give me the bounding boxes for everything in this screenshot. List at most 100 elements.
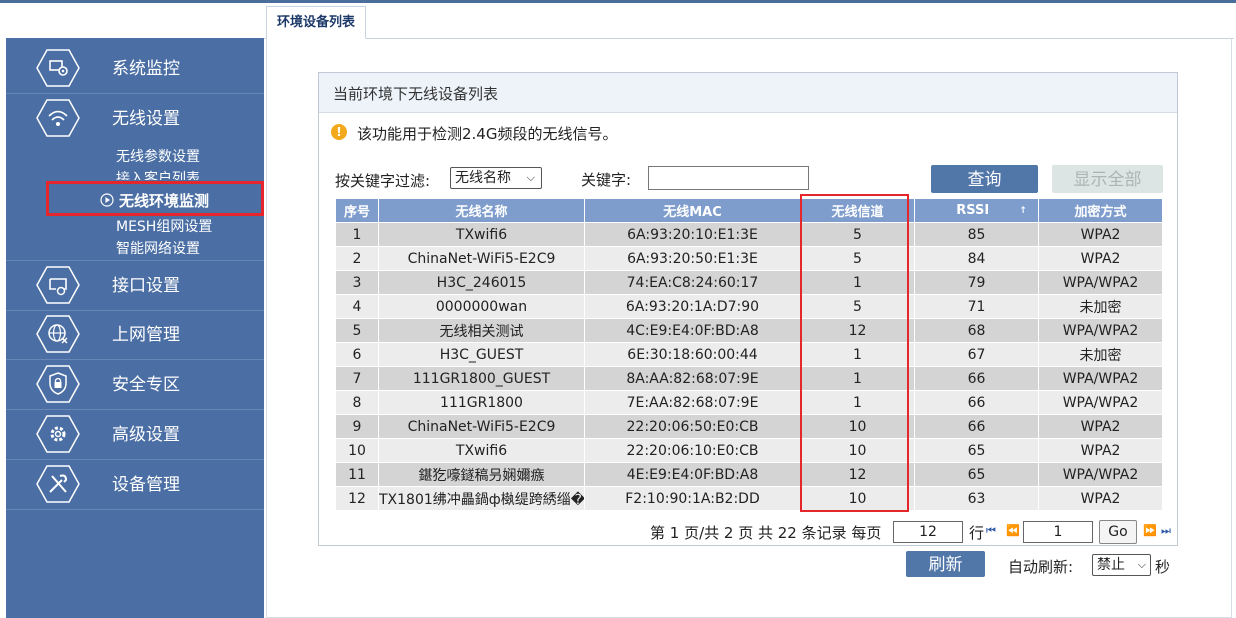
sidebar-item-label: 设备管理 [112,475,180,495]
cell-mac: 8A:AA:82:68:07:9E [584,366,801,391]
cell-rssi: 63 [914,486,1039,511]
submenu-env-monitor: 无线环境监测 [119,192,210,210]
filter-label: 按关键字过滤: [335,172,431,190]
tab-device-list[interactable]: 环境设备列表 [266,6,367,39]
cell-encryption: WPA2 [1038,438,1163,463]
sidebar-item-advanced[interactable]: 高级设置 [6,410,264,460]
query-button[interactable]: 查询 [931,165,1038,193]
cell-index: 11 [335,462,379,487]
submenu-client-list[interactable]: 接入客户列表 [116,168,200,180]
table-row[interactable]: 11 鍖犵嚎鐩稿叧娴嬭瘯 4E:E9:E4:0F:BD:A8 12 65 WPA/WPA2 [335,462,1163,487]
cell-index: 12 [335,486,379,511]
sidebar-item-interface[interactable]: 接口设置 [6,260,264,311]
cell-encryption: WPA2 [1038,222,1163,247]
lock-shield-icon [36,364,80,404]
cell-ssid: 鍖犵嚎鐩稿叧娴嬭瘯 [378,462,585,487]
table-row[interactable]: 6 H3C_GUEST 6E:30:18:60:00:44 1 67 未加密 [335,342,1163,367]
cell-ssid: TX1801绋冲畾鍋ф槸缇跨綉缁� [378,486,585,511]
go-button[interactable]: Go [1099,520,1137,544]
col-header-mac[interactable]: 无线MAC [584,198,801,223]
sidebar-item-system-monitor[interactable]: 系统监控 [6,44,264,94]
device-list-panel: 当前环境下无线设备列表 ! 该功能用于检测2.4G频段的无线信号。 按关键字过滤… [318,72,1178,546]
cell-ssid: 无线相关测试 [378,318,585,343]
cell-ssid: ChinaNet-WiFi5-E2C9 [378,246,585,271]
cell-mac: F2:10:90:1A:B2:DD [584,486,801,511]
submenu-smart-network[interactable]: 智能网络设置 [116,238,200,258]
cell-encryption: WPA2 [1038,486,1163,511]
cell-rssi: 71 [914,294,1039,319]
notice-text: 该功能用于检测2.4G频段的无线信号。 [357,125,618,143]
sidebar-item-label: 安全专区 [112,375,180,395]
last-page-icon[interactable]: ⏭ [1161,524,1171,538]
sidebar-item-security[interactable]: 安全专区 [6,360,264,410]
auto-refresh-select[interactable]: 禁止 ⌵ [1092,554,1151,576]
cell-ssid: H3C_246015 [378,270,585,295]
table-row[interactable]: 5 无线相关测试 4C:E9:E4:0F:BD:A8 12 68 WPA/WPA2 [335,318,1163,343]
submenu-wireless-params[interactable]: 无线参数设置 [116,146,200,166]
cell-encryption: 未加密 [1038,342,1163,367]
submenu-mesh[interactable]: MESH组网设置 [116,216,212,236]
auto-refresh-value: 禁止 [1097,557,1125,573]
submenu-env-monitor-highlight[interactable]: 无线环境监测 [46,181,264,216]
cell-ssid: 111GR1800 [378,390,585,415]
first-page-icon[interactable]: ⏮ [986,524,996,538]
table-row[interactable]: 10 TXwifi6 22:20:06:10:E0:CB 10 65 WPA2 [335,438,1163,463]
table-row[interactable]: 1 TXwifi6 6A:93:20:10:E1:3E 5 85 WPA2 [335,222,1163,247]
channel-column-highlight [800,194,909,512]
cell-rssi: 66 [914,390,1039,415]
col-header-encryption[interactable]: 加密方式 [1038,198,1163,223]
play-circle-icon [100,193,114,207]
cell-index: 7 [335,366,379,391]
pager-summary: 第 1 页/共 2 页 共 22 条记录 每页 [650,524,882,542]
sidebar-item-device-mgmt[interactable]: 设备管理 [6,460,264,510]
per-page-input[interactable]: 12 [893,521,963,543]
cell-encryption: WPA/WPA2 [1038,366,1163,391]
filter-field-select[interactable]: 无线名称 ⌵ [450,167,542,189]
cell-rssi: 85 [914,222,1039,247]
row-unit-label: 行 [969,524,985,542]
cell-rssi: 65 [914,438,1039,463]
cell-mac: 6A:93:20:1A:D7:90 [584,294,801,319]
table-row[interactable]: 2 ChinaNet-WiFi5-E2C9 6A:93:20:50:E1:3E 5 84… [335,246,1163,271]
cell-index: 3 [335,270,379,295]
gear-icon [36,414,80,454]
cell-encryption: WPA/WPA2 [1038,318,1163,343]
seconds-unit-label: 秒 [1155,558,1171,576]
cell-rssi: 66 [914,414,1039,439]
show-all-button[interactable]: 显示全部 [1052,165,1163,193]
panel-title: 当前环境下无线设备列表 [333,85,499,103]
sidebar-item-label: 无线设置 [112,109,180,129]
cell-encryption: 未加密 [1038,294,1163,319]
table-row[interactable]: 7 111GR1800_GUEST 8A:AA:82:68:07:9E 1 66 WPA/… [335,366,1163,391]
next-page-icon[interactable]: ⏩ [1143,524,1157,537]
tools-icon [36,464,80,504]
table-row[interactable]: 8 111GR1800 7E:AA:82:68:07:9E 1 66 WPA/WPA2 [335,390,1163,415]
keyword-input[interactable] [648,166,809,190]
cell-rssi: 67 [914,342,1039,367]
chevron-down-icon: ⌵ [1137,558,1146,571]
sidebar-item-label: 高级设置 [112,425,180,445]
table-row[interactable]: 9 ChinaNet-WiFi5-E2C9 22:20:06:50:E0:CB 10 6… [335,414,1163,439]
page-number-input[interactable]: 1 [1023,521,1093,543]
table-row[interactable]: 12 TX1801绋冲畾鍋ф槸缇跨綉缁� F2:10:90:1A:B2:DD 10 63… [335,486,1163,511]
sidebar-item-label: 系统监控 [112,59,180,79]
table-row[interactable]: 4 0000000wan 6A:93:20:1A:D7:90 5 71 未加密 [335,294,1163,319]
col-header-ssid[interactable]: 无线名称 [378,198,585,223]
col-header-rssi[interactable]: RSSI ↑ [914,198,1039,223]
refresh-button[interactable]: 刷新 [906,551,985,577]
rssi-header-label: RSSI [956,203,990,218]
cell-mac: 74:EA:C8:24:60:17 [584,270,801,295]
cell-mac: 6A:93:20:10:E1:3E [584,222,801,247]
table-body: 1 TXwifi6 6A:93:20:10:E1:3E 5 85 WPA2 2 ChinaNe… [335,222,1163,511]
col-header-index[interactable]: 序号 [335,198,379,223]
sidebar-item-label: 接口设置 [112,276,180,296]
sidebar-item-internet[interactable]: 上网管理 [6,310,264,360]
cell-mac: 4C:E9:E4:0F:BD:A8 [584,318,801,343]
cell-rssi: 66 [914,366,1039,391]
cell-encryption: WPA/WPA2 [1038,270,1163,295]
sidebar-item-wireless[interactable]: 无线设置 [6,94,264,143]
prev-page-icon[interactable]: ⏪ [1006,524,1020,537]
cell-index: 6 [335,342,379,367]
table-row[interactable]: 3 H3C_246015 74:EA:C8:24:60:17 1 79 WPA/WPA2 [335,270,1163,295]
cell-mac: 6E:30:18:60:00:44 [584,342,801,367]
